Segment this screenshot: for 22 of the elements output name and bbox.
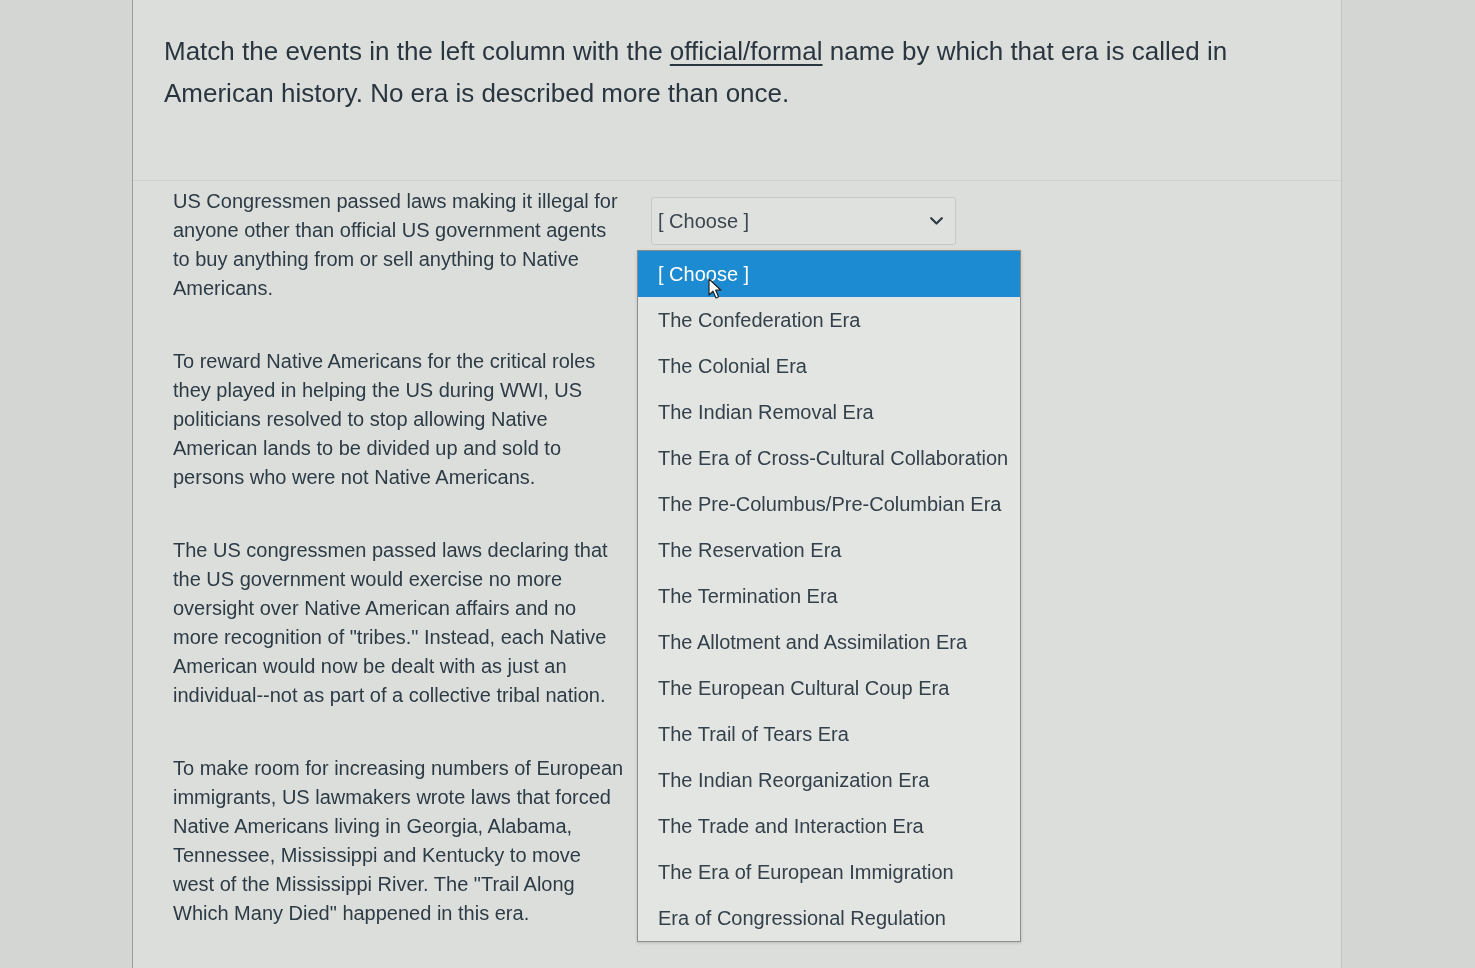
event-description: To reward Native Americans for the critical roles they played in helping the US during WWI, US politicians resolved to stop allowing Native American lands to be divided up and sold to persons who were not Native Americans. — [173, 349, 597, 490]
dropdown-option[interactable]: The European Cultural Coup Era — [638, 665, 1020, 711]
dropdown-option[interactable]: The Indian Removal Era — [638, 389, 1020, 435]
dropdown-option[interactable]: The Era of European Immigration — [638, 849, 1020, 895]
dropdown-option[interactable]: [ Choose ] — [638, 251, 1020, 297]
dropdown-option[interactable]: The Confederation Era — [638, 297, 1020, 343]
question-prompt: Match the events in the left column with the official/formal name by which that era is called in American history. No era is described more than once. — [163, 35, 1229, 110]
era-dropdown[interactable]: [ Choose ] — [651, 197, 956, 245]
dropdown-option[interactable]: The Trade and Interaction Era — [638, 803, 1020, 849]
dropdown-option[interactable]: The Allotment and Assimilation Era — [638, 619, 1020, 665]
caret-icon — [930, 217, 943, 225]
event-description: US Congressmen passed laws making it illegal for anyone other than official US government agents to buy anything from or sell anything to Native Americans. — [173, 189, 619, 301]
event-description: The US congressmen passed laws declaring that the US government would exercise no more oversight over Native American affairs and no more recognition of "tribes." Instead, each Native American would now be dealt with as just an individual--not as part of a collective tribal nation. — [173, 538, 609, 708]
dropdown-option[interactable]: Era of Congressional Regulation — [638, 895, 1020, 941]
dropdown-option[interactable]: The Indian Reorganization Era — [638, 757, 1020, 803]
event-description: To make room for increasing numbers of European immigrants, US lawmakers wrote laws that forced Native Americans living in Georgia, Alabama, Tennessee, Mississippi and Kentucky to move west of the Mississippi River. The "Trail Along Which Many Died" happened in this era. — [173, 756, 625, 926]
dropdown-option[interactable]: The Reservation Era — [638, 527, 1020, 573]
dropdown-option[interactable]: The Termination Era — [638, 573, 1020, 619]
dropdown-option[interactable]: The Pre-Columbus/Pre-Columbian Era — [638, 481, 1020, 527]
dropdown-option[interactable]: The Trail of Tears Era — [638, 711, 1020, 757]
dropdown-option[interactable]: The Colonial Era — [638, 343, 1020, 389]
dropdown-option[interactable]: The Era of Cross-Cultural Collaboration — [638, 435, 1020, 481]
